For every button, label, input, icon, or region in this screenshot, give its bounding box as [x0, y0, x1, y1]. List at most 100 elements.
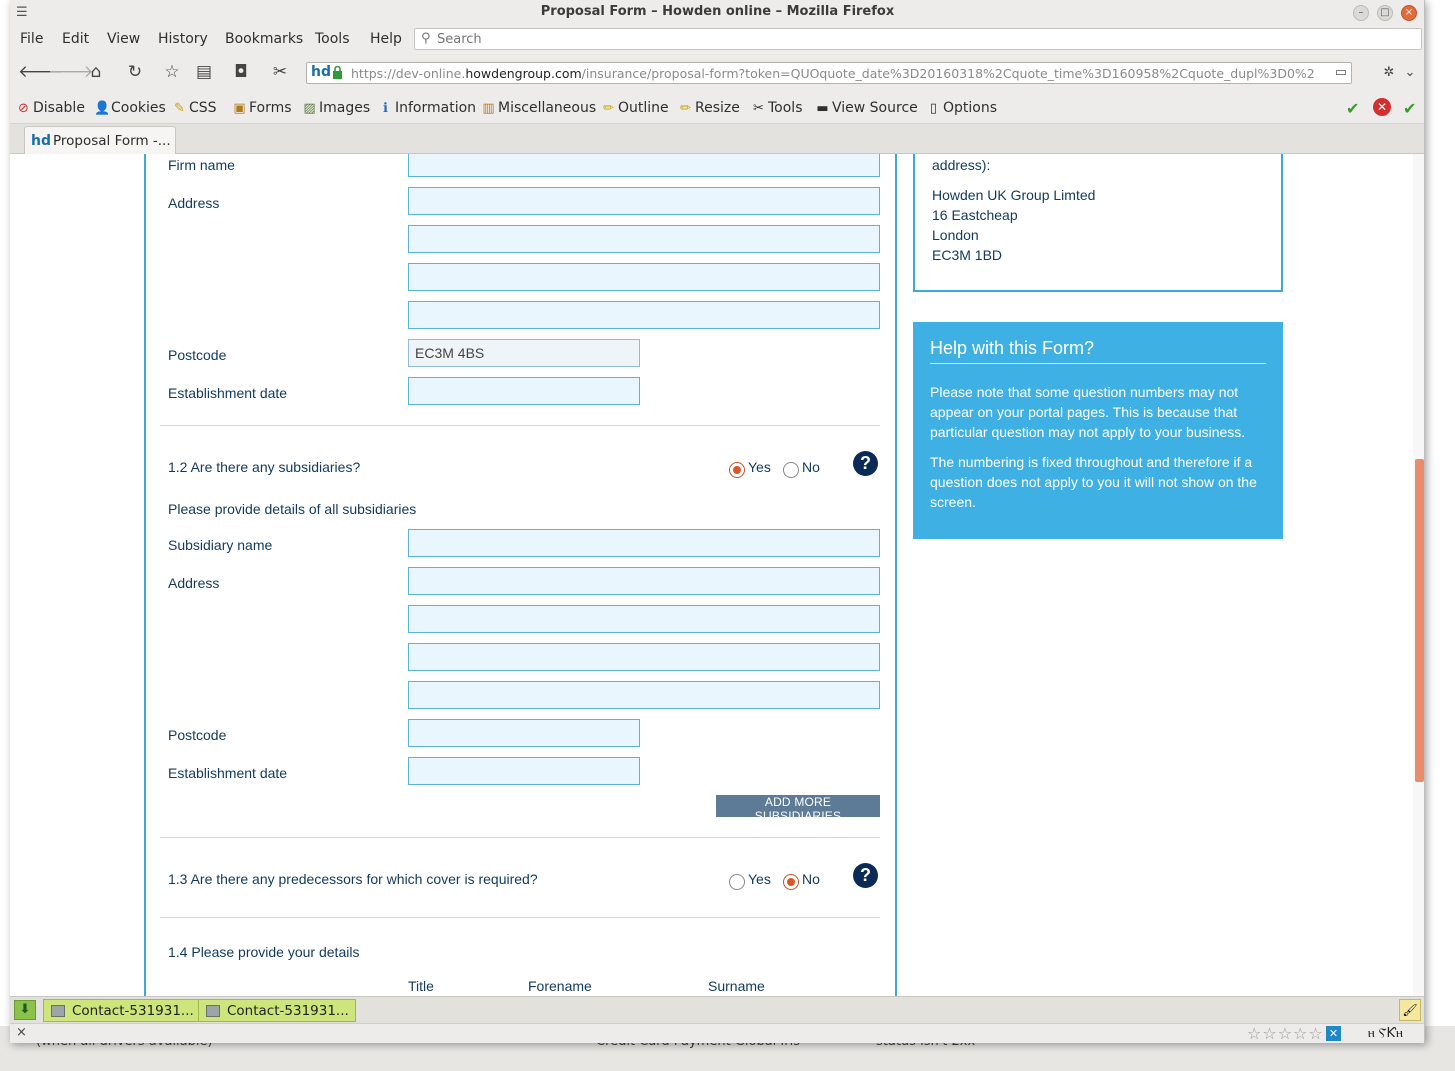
menu-history[interactable]: History [158, 31, 208, 47]
address-line-3-input[interactable] [408, 263, 880, 291]
resize-icon: ✏ [680, 101, 691, 116]
address-line-2-input[interactable] [408, 225, 880, 253]
menu-bookmarks[interactable]: Bookmarks [225, 31, 303, 47]
address-line-1-input[interactable] [408, 187, 880, 215]
information-icon: ℹ [383, 101, 388, 116]
options-icon: ▯ [929, 101, 938, 116]
q12-yes-radio[interactable] [729, 462, 745, 478]
forms-icon: ▣ [233, 101, 246, 116]
wd-disable[interactable]: ⊘ Disable [16, 100, 85, 116]
download-item[interactable]: Contact-531931... [43, 999, 201, 1022]
close-window-button[interactable]: × [1401, 5, 1417, 21]
address-heading-tail: address): [932, 157, 991, 173]
page-content: Firm name Address Postcode Establishment… [10, 154, 1424, 996]
chevron-down-icon[interactable]: ⌄ [1399, 65, 1421, 80]
close-icon[interactable]: × [16, 1025, 27, 1040]
wd-options[interactable]: ▯ Options [926, 100, 997, 116]
q13-no-radio[interactable] [783, 874, 799, 890]
wd-view-source[interactable]: ▬ View Source [815, 100, 917, 116]
scrollbar[interactable] [1413, 154, 1424, 996]
menu-view[interactable]: View [107, 31, 140, 47]
url-bar[interactable]: hd https://dev-online.howdengroup.com/in… [306, 62, 1352, 84]
address-line: Howden UK Group Limted [932, 187, 1096, 203]
search-input[interactable] [437, 30, 1397, 48]
site-identity-icon[interactable]: hd [311, 64, 331, 80]
rating-stars[interactable]: ☆☆☆☆☆ [1247, 1024, 1324, 1043]
forename-field[interactable] [528, 971, 700, 996]
help-question-icon[interactable]: ? [853, 451, 878, 476]
bookmark-star-icon[interactable]: ☆ [161, 62, 183, 82]
sub-establishment-date-input[interactable] [408, 757, 640, 785]
wd-css[interactable]: ✎ CSS [172, 100, 217, 116]
cookies-icon: 👤 [94, 101, 111, 116]
section-divider [160, 837, 880, 838]
firm-name-input[interactable] [408, 154, 880, 177]
wd-resize[interactable]: ✏ Resize [678, 100, 740, 116]
add-more-subsidiaries-button[interactable]: ADD MORE SUBSIDIARIES [716, 795, 880, 823]
q12-yes-label[interactable]: Yes [748, 459, 771, 475]
validation-ok-icon-2[interactable]: ✔ [1403, 99, 1416, 118]
section-divider [160, 917, 880, 918]
question-1-4: 1.4 Please provide your details [168, 944, 360, 960]
wd-cookies[interactable]: 👤Cookies [94, 100, 166, 116]
file-icon [206, 1005, 220, 1017]
tab-proposal-form[interactable]: hd Proposal Form -... [24, 126, 176, 155]
q13-yes-label[interactable]: Yes [748, 871, 771, 887]
q13-no-label[interactable]: No [802, 871, 820, 887]
q13-yes-radio[interactable] [729, 874, 745, 890]
validation-ok-icon[interactable]: ✔ [1346, 99, 1359, 118]
wd-miscellaneous[interactable]: ▥ Miscellaneous [481, 100, 596, 116]
scrollbar-thumb[interactable] [1415, 459, 1424, 782]
download-item[interactable]: Contact-531931... [198, 999, 356, 1022]
q12-no-radio[interactable] [783, 462, 799, 478]
surname-field[interactable] [708, 971, 880, 996]
validation-error-icon[interactable]: ✕ [1373, 98, 1391, 116]
addon-icon[interactable]: ✲ [1378, 65, 1400, 80]
tab-strip: hd Proposal Form -... [10, 124, 1424, 155]
pocket-icon[interactable]: ◘ [230, 62, 252, 82]
screenshot-icon[interactable]: ✂ [269, 62, 291, 82]
tab-favicon: hd [31, 133, 51, 149]
firm-name-label: Firm name [168, 157, 235, 173]
clear-downloads-icon[interactable]: 🖌 [1399, 999, 1421, 1021]
postcode-input[interactable] [408, 339, 640, 367]
menu-edit[interactable]: Edit [62, 31, 89, 47]
postal-address-box: address): Howden UK Group Limted 16 East… [913, 154, 1283, 292]
back-icon[interactable]: 🡐 [18, 62, 64, 82]
address-label: Address [168, 195, 220, 211]
establishment-date-input[interactable] [408, 377, 640, 405]
q12-no-label[interactable]: No [802, 459, 820, 475]
sub-address-line-4-input[interactable] [408, 681, 880, 709]
wd-forms[interactable]: ▣ Forms [232, 100, 291, 116]
wd-information[interactable]: ℹ Information [378, 100, 476, 116]
subsidiary-name-input[interactable] [408, 529, 880, 557]
minimize-button[interactable]: – [1353, 5, 1369, 21]
wd-outline[interactable]: ✏ Outline [601, 100, 669, 116]
menu-tools[interactable]: Tools [315, 31, 350, 47]
file-icon [51, 1005, 65, 1017]
download-arrow-icon[interactable]: ⬇ [14, 1000, 36, 1020]
forward-icon[interactable]: 🡒 [48, 62, 94, 82]
sub-postcode-input[interactable] [408, 719, 640, 747]
help-question-icon[interactable]: ? [853, 863, 878, 888]
menu-help[interactable]: Help [370, 31, 402, 47]
search-box[interactable]: ⚲ [414, 28, 1422, 50]
web-developer-toolbar: ⊘ Disable 👤Cookies ✎ CSS ▣ Forms ▨ Images ℹI… [10, 92, 1424, 124]
sub-address-line-2-input[interactable] [408, 605, 880, 633]
reader-view-icon[interactable]: ▭ [1335, 65, 1347, 80]
sub-address-line-3-input[interactable] [408, 643, 880, 671]
wd-tools[interactable]: ✂ Tools [751, 100, 802, 116]
sub-address-line-1-input[interactable] [408, 567, 880, 595]
home-icon[interactable]: ⌂ [85, 62, 107, 82]
title-field[interactable] [408, 971, 520, 996]
reload-icon[interactable]: ↻ [124, 62, 146, 82]
menu-file[interactable]: File [20, 31, 43, 47]
question-1-2: 1.2 Are there any subsidiaries? [168, 459, 361, 475]
wd-images[interactable]: ▨ Images [302, 100, 370, 116]
address-line-4-input[interactable] [408, 301, 880, 329]
url-text[interactable]: https://dev-online.howdengroup.com/insur… [351, 66, 1315, 81]
addon-status-icon[interactable]: ✕ [1326, 1026, 1341, 1041]
sub-postcode-label: Postcode [168, 727, 227, 743]
maximize-button[interactable]: □ [1377, 5, 1393, 21]
reading-list-icon[interactable]: ▤ [193, 62, 215, 82]
